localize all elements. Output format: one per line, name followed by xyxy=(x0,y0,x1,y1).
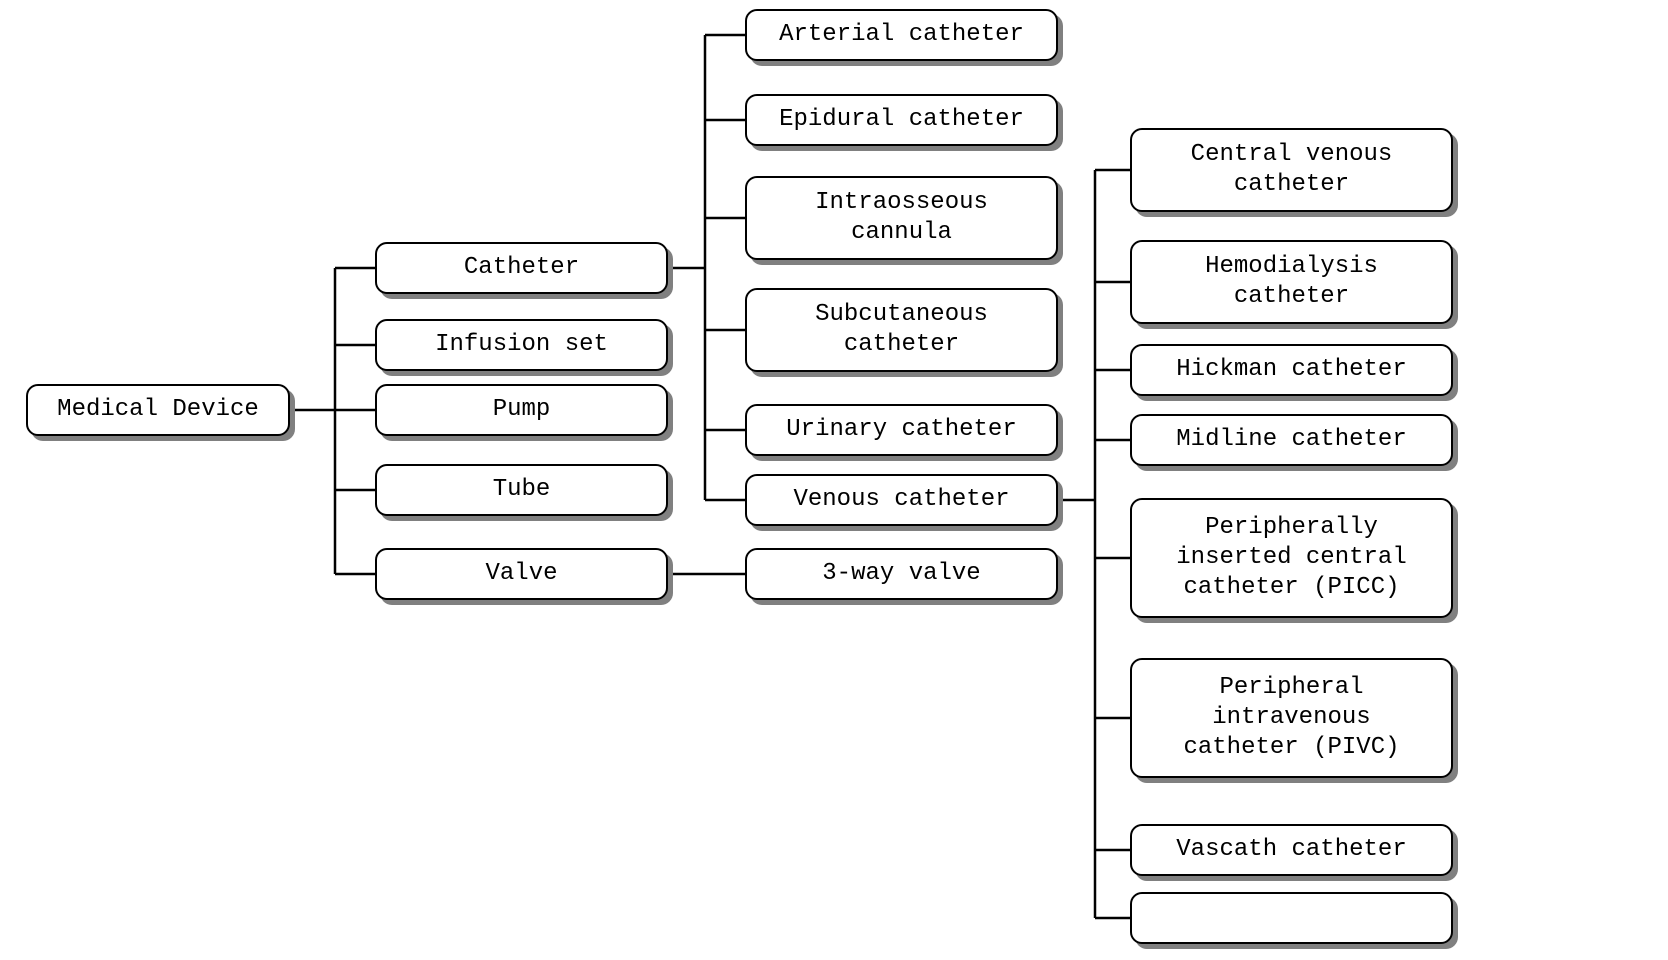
node-pivc: Peripheral intravenous catheter (PIVC) xyxy=(1130,658,1453,778)
node-pump: Pump xyxy=(375,384,668,436)
node-hemodialysis-catheter: Hemodialysis catheter xyxy=(1130,240,1453,324)
node-infusion-set: Infusion set xyxy=(375,319,668,371)
tree-diagram: Medical Device Catheter Infusion set Pum… xyxy=(0,0,1668,960)
node-intraosseous-cannula: Intraosseous cannula xyxy=(745,176,1058,260)
node-tube: Tube xyxy=(375,464,668,516)
node-3-way-valve: 3-way valve xyxy=(745,548,1058,600)
node-medical-device: Medical Device xyxy=(26,384,290,436)
node-subcutaneous-catheter: Subcutaneous catheter xyxy=(745,288,1058,372)
node-epidural-catheter: Epidural catheter xyxy=(745,94,1058,146)
node-extra-hidden xyxy=(1130,892,1453,944)
node-venous-catheter: Venous catheter xyxy=(745,474,1058,526)
node-vascath-catheter: Vascath catheter xyxy=(1130,824,1453,876)
node-catheter: Catheter xyxy=(375,242,668,294)
node-central-venous-catheter: Central venous catheter xyxy=(1130,128,1453,212)
node-valve: Valve xyxy=(375,548,668,600)
node-picc: Peripherally inserted central catheter (… xyxy=(1130,498,1453,618)
node-midline-catheter: Midline catheter xyxy=(1130,414,1453,466)
node-hickman-catheter: Hickman catheter xyxy=(1130,344,1453,396)
node-arterial-catheter: Arterial catheter xyxy=(745,9,1058,61)
node-urinary-catheter: Urinary catheter xyxy=(745,404,1058,456)
